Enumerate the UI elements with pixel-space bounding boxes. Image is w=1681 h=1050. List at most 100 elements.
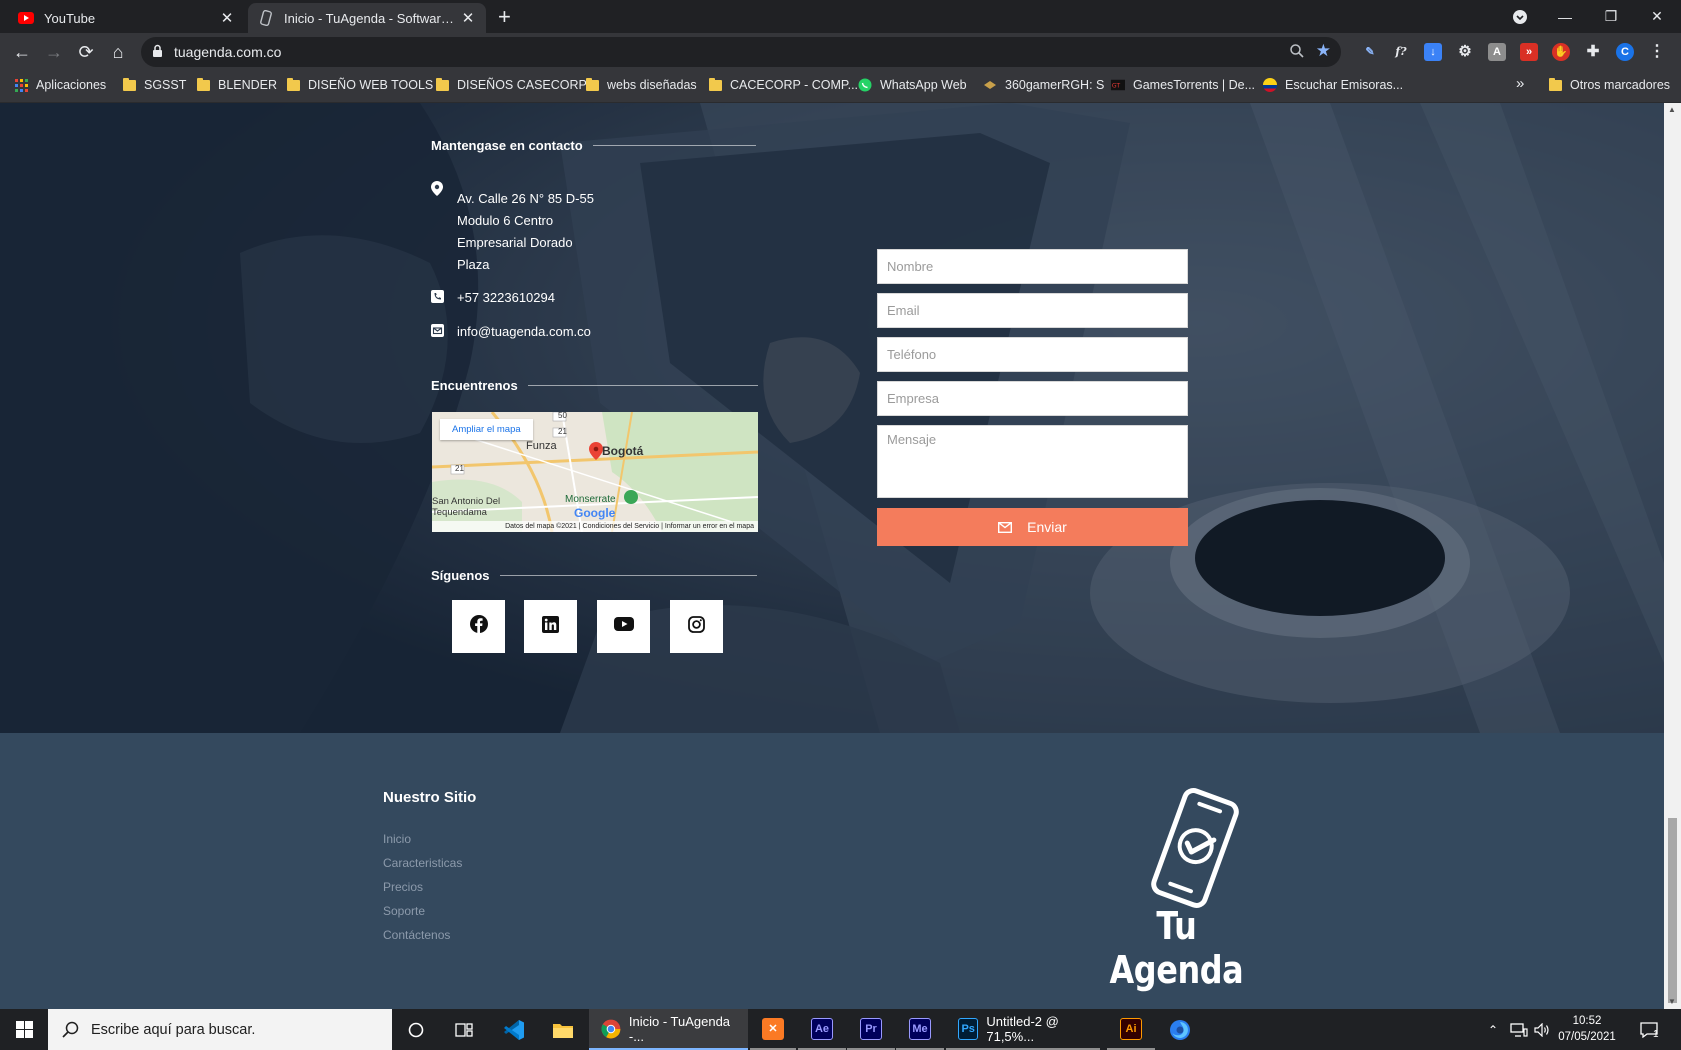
bookmark-folder-blender[interactable]: BLENDER <box>196 77 277 92</box>
notification-center-button[interactable]: 1 <box>1640 1009 1659 1050</box>
cortana-button[interactable] <box>392 1009 440 1050</box>
bookmark-folder-webs-disenadas[interactable]: webs diseñadas <box>585 77 697 92</box>
windows-start-button[interactable] <box>0 1009 48 1050</box>
vscode-icon <box>504 1019 524 1040</box>
scroll-up-arrow-icon[interactable]: ▲ <box>1668 105 1676 114</box>
facebook-button[interactable] <box>452 600 505 653</box>
address-bar[interactable]: tuagenda.com.co ★ <box>141 37 1341 67</box>
network-icon[interactable] <box>1510 1009 1528 1050</box>
taskbar-app-media-encoder[interactable]: Me <box>896 1009 944 1050</box>
bookmark-whatsapp-web[interactable]: WhatsApp Web <box>858 78 967 92</box>
embedded-map[interactable]: 50 21 21 Ampliar el mapa Funza Bogotá Mo… <box>432 412 758 532</box>
bookmark-folder-sgsst[interactable]: SGSST <box>122 77 186 92</box>
bookmark-folder-cacecorp[interactable]: CACECORP - COMP... <box>708 77 859 92</box>
bookmark-apps[interactable]: Aplicaciones <box>14 78 106 92</box>
tray-show-hidden-icon[interactable]: ⌃ <box>1488 1009 1498 1050</box>
tuagenda-logo-text: Tu Agenda <box>1109 904 1244 992</box>
linkedin-button[interactable] <box>524 600 577 653</box>
bookmark-folder-disenos-casecorp[interactable]: DISEÑOS CASECORP <box>435 77 587 92</box>
map-report-error-link[interactable]: Informar un error en el mapa <box>665 523 754 530</box>
bookmark-other-bookmarks[interactable]: Otros marcadores <box>1548 77 1670 92</box>
footer-link-soporte[interactable]: Soporte <box>383 904 425 918</box>
taskbar-app-chrome[interactable]: Inicio - TuAgenda -... <box>589 1009 748 1050</box>
name-input[interactable]: Nombre <box>877 249 1188 284</box>
close-tab-icon[interactable]: ✕ <box>219 9 235 27</box>
email-input[interactable]: Email <box>877 293 1188 328</box>
message-textarea[interactable]: Mensaje <box>877 425 1188 498</box>
restore-icon[interactable]: ❐ <box>1588 0 1634 33</box>
bookmark-label: 360gamerRGH: S <box>1005 78 1105 92</box>
extensions-puzzle-icon[interactable]: ✚ <box>1584 43 1602 61</box>
phone-input[interactable]: Teléfono <box>877 337 1188 372</box>
windows-taskbar: Escribe aquí para buscar. Inicio - TuAge… <box>0 1009 1681 1050</box>
bookmark-label: Aplicaciones <box>36 78 107 92</box>
bookmarks-overflow-button[interactable]: » <box>1516 75 1524 92</box>
reader-extension-icon[interactable]: A <box>1488 43 1506 61</box>
scrollbar-thumb[interactable] <box>1668 818 1677 1003</box>
bookmark-label: Escuchar Emisoras... <box>1285 78 1404 92</box>
page-scrollbar[interactable]: ▲ ▼ <box>1664 103 1681 1009</box>
forward-icon[interactable]: → <box>42 40 66 64</box>
profile-avatar[interactable]: C <box>1616 43 1634 61</box>
tab-search-icon[interactable] <box>1497 0 1543 33</box>
bookmark-360gamer[interactable]: 360gamerRGH: S <box>983 78 1104 92</box>
close-window-icon[interactable]: ✕ <box>1634 0 1680 33</box>
chrome-menu-icon[interactable]: ⋮ <box>1648 43 1666 61</box>
taskbar-app-after-effects[interactable]: Ae <box>798 1009 846 1050</box>
address-line: Modulo 6 Centro <box>457 213 554 228</box>
eyedropper-extension-icon[interactable]: ✎ <box>1361 43 1379 61</box>
heading-divider <box>499 575 757 576</box>
taskbar-app-firefox[interactable] <box>1156 1009 1204 1050</box>
footer-link-inicio[interactable]: Inicio <box>383 832 411 846</box>
footer-link-precios[interactable]: Precios <box>383 880 423 894</box>
tab-youtube[interactable]: YouTube ✕ <box>8 3 245 33</box>
new-tab-button[interactable]: + <box>498 4 511 30</box>
bookmark-gamestorrents[interactable]: GT GamesTorrents | De... <box>1111 78 1255 92</box>
reload-icon[interactable]: ⟳ <box>74 40 98 64</box>
taskbar-app-photoshop[interactable]: Ps Untitled-2 @ 71,5%... <box>946 1009 1100 1050</box>
taskbar-app-premiere[interactable]: Pr <box>847 1009 895 1050</box>
address-line: Empresarial Dorado <box>457 235 573 250</box>
bookmark-label: CACECORP - COMP... <box>730 78 859 92</box>
browser-toolbar: ← → ⟳ ⌂ tuagenda.com.co ★ ✎ f? ↓ ⚙ A » ✋… <box>0 33 1681 71</box>
video-extension-icon[interactable]: » <box>1520 43 1538 61</box>
taskbar-clock[interactable]: 10:52 07/05/2021 <box>1552 1013 1622 1045</box>
send-button[interactable]: Enviar <box>877 508 1188 546</box>
instagram-button[interactable] <box>670 600 723 653</box>
taskbar-app-xampp[interactable]: ✕ <box>750 1009 796 1050</box>
enlarge-map-button[interactable]: Ampliar el mapa <box>440 419 533 440</box>
bookmark-folder-diseno-web-tools[interactable]: DISEÑO WEB TOOLS <box>286 77 433 92</box>
taskbar-app-file-explorer[interactable] <box>539 1009 587 1050</box>
home-icon[interactable]: ⌂ <box>106 40 130 64</box>
svg-text:GT: GT <box>1112 83 1121 90</box>
illustrator-icon: Ai <box>1120 1017 1142 1040</box>
volume-icon[interactable] <box>1534 1009 1551 1050</box>
bookmark-escuchar-emisoras[interactable]: Escuchar Emisoras... <box>1263 78 1403 92</box>
envelope-icon <box>998 521 1013 533</box>
close-tab-icon[interactable]: ✕ <box>460 9 476 27</box>
email-address[interactable]: info@tuagenda.com.co <box>457 321 591 343</box>
scroll-down-arrow-icon[interactable]: ▼ <box>1668 997 1676 1006</box>
taskbar-app-vscode[interactable] <box>490 1009 538 1050</box>
company-input[interactable]: Empresa <box>877 381 1188 416</box>
footer-link-caracteristicas[interactable]: Caracteristicas <box>383 856 462 870</box>
settings-extension-icon[interactable]: ⚙ <box>1456 43 1474 61</box>
tab-tuagenda[interactable]: Inicio - TuAgenda - Software de Agendami… <box>248 3 486 33</box>
back-icon[interactable]: ← <box>10 40 34 64</box>
formula-extension-icon[interactable]: f? <box>1392 43 1410 61</box>
minimize-icon[interactable]: — <box>1542 0 1588 33</box>
folder-icon <box>708 77 722 92</box>
adblock-extension-icon[interactable]: ✋ <box>1552 43 1570 61</box>
download-extension-icon[interactable]: ↓ <box>1424 43 1442 61</box>
map-terms-link[interactable]: Condiciones del Servicio <box>583 523 660 530</box>
bookmark-star-icon[interactable]: ★ <box>1316 41 1331 61</box>
taskbar-search-box[interactable]: Escribe aquí para buscar. <box>48 1009 392 1050</box>
find-us-heading: Encuentrenos <box>431 378 758 393</box>
taskbar-app-illustrator[interactable]: Ai <box>1107 1009 1155 1050</box>
xampp-icon: ✕ <box>762 1017 784 1040</box>
youtube-button[interactable] <box>597 600 650 653</box>
footer-link-contactenos[interactable]: Contáctenos <box>383 928 450 942</box>
zoom-icon[interactable] <box>1289 43 1305 64</box>
task-view-button[interactable] <box>440 1009 488 1050</box>
windows-logo-icon <box>15 1021 33 1038</box>
